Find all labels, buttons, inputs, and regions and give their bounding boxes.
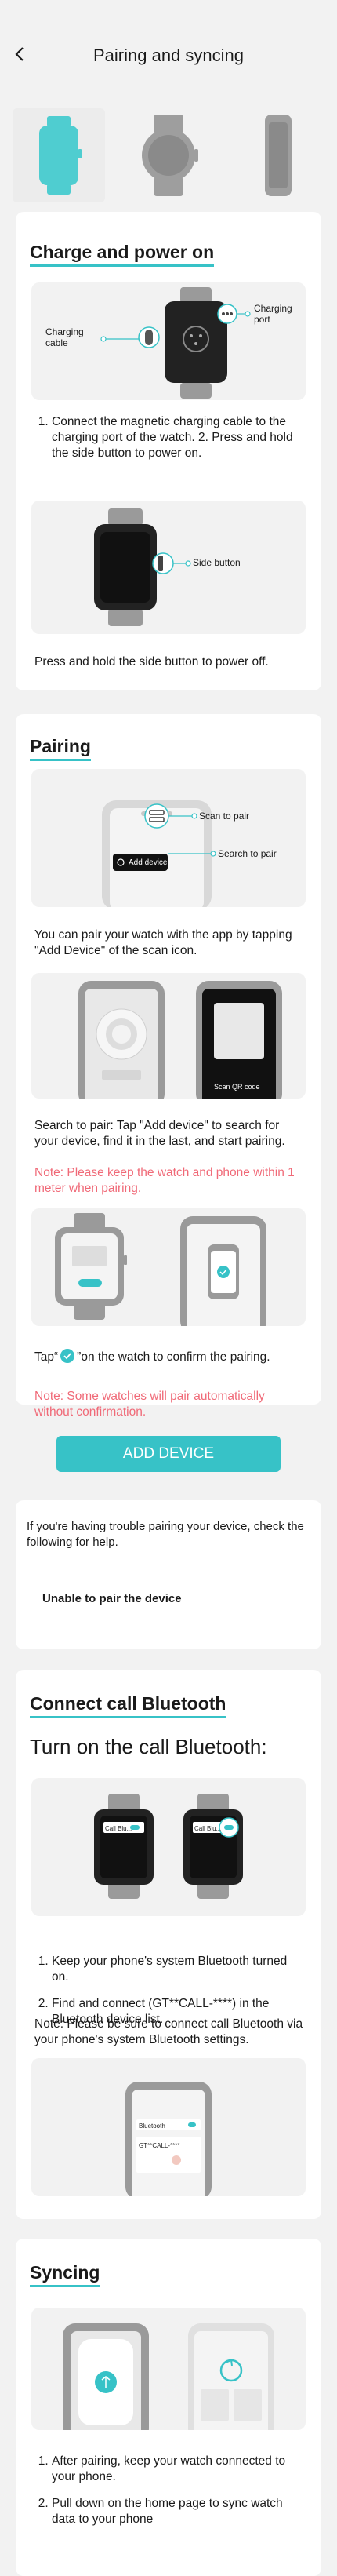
round-watch-icon [142, 115, 198, 196]
sync-step-2: Pull down on the home page to sync watch… [52, 2496, 306, 2527]
call-bluetooth-card: Connect call Bluetooth Turn on the call … [16, 1670, 321, 2219]
call-section-title: Connect call Bluetooth [30, 1693, 226, 1718]
pairing-card: Pairing Add device Scan to pair Search t… [16, 714, 321, 1419]
call-watch-illustration: Call Blu... Call Blu... [31, 1778, 306, 1916]
power-off-text: Press and hold the side button to power … [34, 655, 269, 669]
phone-device-label: GT**CALL-**** [139, 2142, 180, 2149]
header: Pairing and syncing [0, 0, 337, 110]
watch-model-tabs [13, 108, 324, 202]
phone-scan-qr-label: Scan QR code [214, 1083, 260, 1091]
watch-tab-square[interactable] [13, 108, 105, 202]
call-subtitle: Turn on the call Bluetooth: [30, 1735, 267, 1758]
note-auto-pair: Note: Some watches will pair automatical… [34, 1390, 265, 1419]
phone-bluetooth-label: Bluetooth [139, 2122, 165, 2130]
phone-add-device-label: Add device [129, 858, 168, 867]
search-description: Search to pair: Tap "Add device" to sear… [34, 1119, 285, 1148]
syncing-steps: After pairing, keep your watch connected… [34, 2454, 306, 2538]
page-title: Pairing and syncing [92, 46, 244, 65]
note-distance: Note: Please keep the watch and phone wi… [34, 1166, 295, 1195]
side-button-label: Side button [193, 557, 241, 568]
watch-call-label-1: Call Blu... [105, 1825, 132, 1832]
help-text: If you're having trouble pairing your de… [27, 1520, 304, 1549]
call-step-1: Keep your phone's system Bluetooth turne… [52, 1954, 306, 1985]
call-note: Note: Please be sure to connect call Blu… [34, 2017, 303, 2046]
scan-to-pair-label: Scan to pair [199, 811, 250, 822]
pairing-app-illustration: Add device Scan to pair Search to pair [31, 769, 306, 907]
syncing-card: Syncing After pairing, keep your watch c… [16, 2239, 321, 2576]
watch-tab-band[interactable] [232, 108, 324, 202]
charging-cable-label: Charging cable [45, 326, 84, 348]
unable-to-pair-link[interactable]: Unable to pair the device [42, 1591, 313, 1607]
syncing-section-title: Syncing [30, 2262, 100, 2287]
band-watch-icon [265, 115, 292, 196]
search-to-pair-label: Search to pair [218, 848, 277, 859]
square-watch-icon [39, 116, 82, 195]
search-scan-illustration: Scan QR code [31, 973, 306, 1099]
tap-confirm-text: Tap“ ”on the watch to confirm the pairing… [34, 1348, 306, 1365]
side-button-illustration: Side button [31, 501, 306, 634]
add-device-button[interactable]: ADD DEVICE [56, 1436, 281, 1472]
charge-steps: Connect the magnetic charging cable to t… [34, 414, 306, 472]
charging-port-label: Charging port [254, 303, 292, 325]
charge-section-title: Charge and power on [30, 242, 215, 267]
charging-illustration: Charging cable Charging port [31, 282, 306, 400]
scan-intro-text: You can pair your watch with the app by … [34, 928, 292, 957]
watch-tab-round[interactable] [122, 108, 215, 202]
sync-step-1: After pairing, keep your watch connected… [52, 2454, 306, 2485]
system-bluetooth-illustration: Bluetooth GT**CALL-**** [31, 2058, 306, 2196]
charge-step-1: Connect the magnetic charging cable to t… [52, 414, 306, 461]
help-card: If you're having trouble pairing your de… [16, 1500, 321, 1649]
check-circle-icon [60, 1349, 75, 1363]
charge-card: Charge and power on Charging cable Charg… [16, 212, 321, 690]
syncing-illustration [31, 2308, 306, 2430]
confirm-pairing-illustration [31, 1208, 306, 1326]
watch-call-label-2: Call Blu... [194, 1825, 222, 1832]
pairing-section-title: Pairing [30, 736, 91, 761]
